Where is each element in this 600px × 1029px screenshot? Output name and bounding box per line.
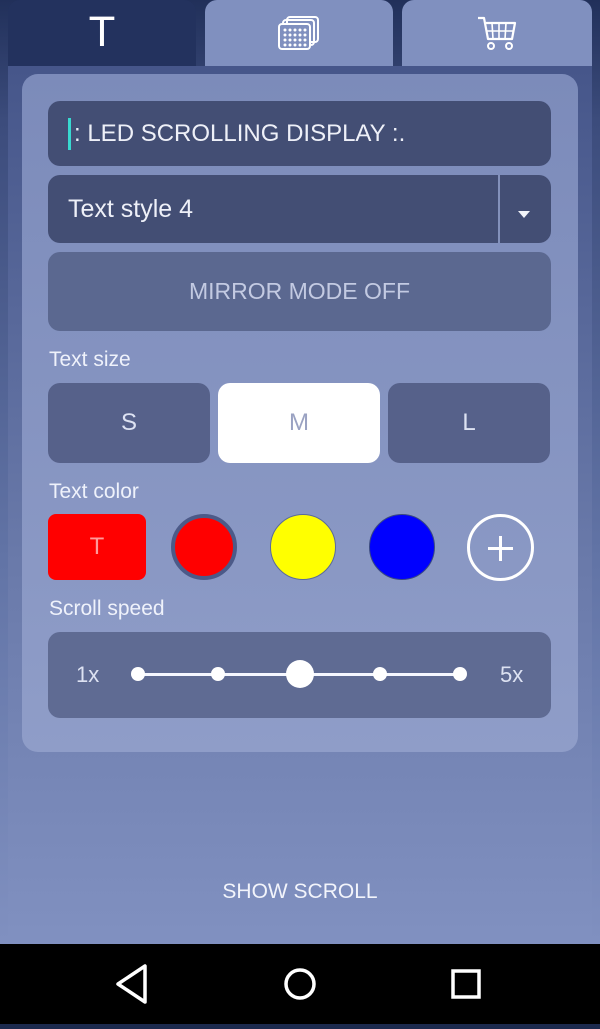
text-color-label: Text color xyxy=(49,480,139,503)
text-size-label: Text size xyxy=(49,348,131,371)
nav-back-button[interactable] xyxy=(93,944,173,1024)
speed-min-label: 1x xyxy=(76,662,100,687)
speed-tick-5[interactable] xyxy=(453,667,467,681)
select-divider xyxy=(498,175,500,243)
scroll-speed-label: Scroll speed xyxy=(49,597,165,620)
mirror-mode-label: MIRROR MODE OFF xyxy=(188,278,411,304)
size-large-button[interactable]: L xyxy=(388,383,550,463)
size-small-label: S xyxy=(120,409,137,436)
show-scroll-button[interactable]: SHOW SCROLL xyxy=(0,880,600,904)
tab-shop[interactable] xyxy=(402,0,592,66)
speed-slider-thumb[interactable] xyxy=(285,660,314,688)
text-color-preview-label: T xyxy=(89,533,105,560)
color-swatch-blue[interactable] xyxy=(369,514,435,580)
speed-max-label: 5x xyxy=(500,662,524,687)
message-input-value: : LED SCROLLING DISPLAY :. xyxy=(74,119,406,147)
mirror-mode-button[interactable]: MIRROR MODE OFF xyxy=(48,252,551,331)
dropdown-arrow-icon[interactable] xyxy=(518,211,530,218)
size-small-button[interactable]: S xyxy=(48,383,210,463)
size-medium-button[interactable]: M xyxy=(218,383,380,463)
app-screen: T : LED SCROLLING DISPLAY:. Text style … xyxy=(0,0,600,944)
back-icon xyxy=(116,964,147,1004)
text-style-select[interactable]: Text style 4 xyxy=(48,175,551,243)
tab-text[interactable]: T xyxy=(8,0,196,66)
color-swatch-red[interactable] xyxy=(171,514,237,580)
recents-icon xyxy=(451,969,481,999)
led-matrix-icon xyxy=(278,16,319,50)
message-input[interactable]: : LED SCROLLING DISPLAY :. xyxy=(48,101,551,166)
speed-tick-4[interactable] xyxy=(373,667,387,681)
system-navigation-bar xyxy=(0,944,600,1024)
nav-recents-button[interactable] xyxy=(426,944,506,1024)
text-color-preview: T xyxy=(48,514,146,580)
tab-text-label: T xyxy=(89,10,115,56)
speed-tick-1[interactable] xyxy=(131,667,145,681)
speed-tick-2[interactable] xyxy=(211,667,225,681)
scroll-speed-control: 1x 5x xyxy=(48,632,551,718)
nav-home-button[interactable] xyxy=(260,944,340,1024)
add-color-button[interactable] xyxy=(467,514,534,581)
size-large-label: L xyxy=(462,409,476,436)
tab-led-matrix[interactable] xyxy=(205,0,393,66)
text-style-value: Text style 4 xyxy=(68,194,194,223)
shopping-cart-icon xyxy=(478,16,517,50)
size-medium-label: M xyxy=(289,409,309,436)
home-icon xyxy=(284,968,316,1000)
color-swatch-yellow[interactable] xyxy=(270,514,336,580)
text-cursor xyxy=(68,117,71,150)
